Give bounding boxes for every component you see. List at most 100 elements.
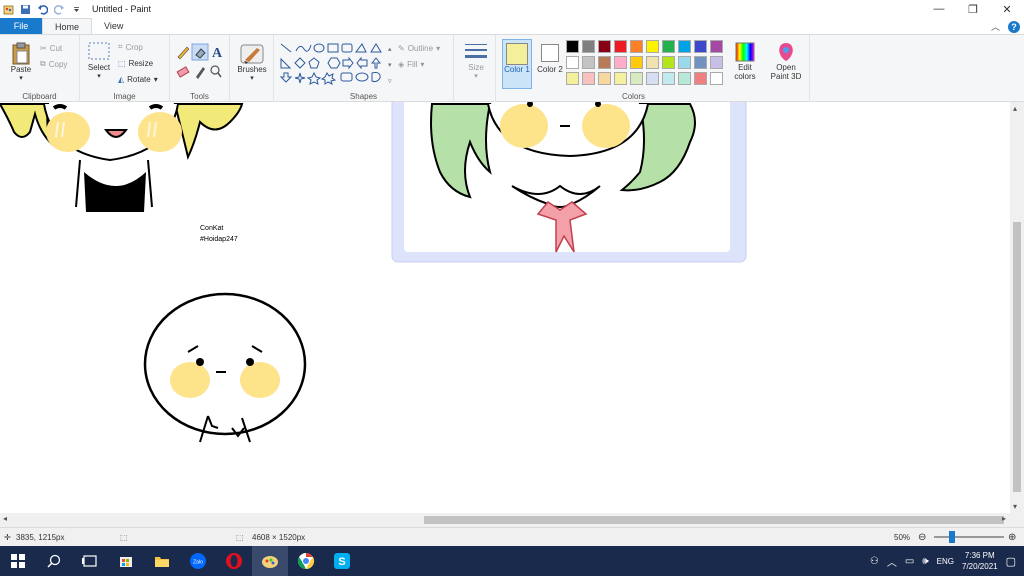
volume-icon[interactable]: 🕪	[922, 556, 928, 567]
paste-button[interactable]: Paste ▾	[6, 41, 36, 82]
color-swatch[interactable]	[598, 72, 611, 85]
horizontal-scrollbar[interactable]: ◂ ▸	[0, 513, 1024, 527]
tab-file[interactable]: File	[0, 18, 42, 34]
resize-button[interactable]: ⬚ Resize	[118, 56, 153, 70]
color-swatch[interactable]	[678, 56, 691, 69]
open-paint3d-button[interactable]: Open Paint 3D	[766, 41, 806, 81]
color-swatch[interactable]	[646, 72, 659, 85]
customize-toolbar-icon[interactable]	[71, 4, 82, 15]
magnifier-icon[interactable]	[210, 65, 222, 78]
horizontal-scroll-thumb[interactable]	[424, 516, 1004, 524]
task-view-button[interactable]	[72, 546, 108, 576]
size-button[interactable]: Size ▾	[460, 41, 492, 80]
text-icon[interactable]: A	[212, 46, 223, 61]
color-swatch[interactable]	[646, 40, 659, 53]
color-swatch[interactable]	[630, 72, 643, 85]
redo-icon[interactable]	[53, 4, 65, 15]
cut-button[interactable]: ✂ Cut	[40, 41, 62, 55]
restore-button[interactable]: ❐	[956, 0, 990, 18]
collapse-ribbon-icon[interactable]: ︿	[991, 20, 1000, 33]
color1-button[interactable]: Color 1	[502, 39, 532, 89]
tools-group: A Tools	[170, 35, 230, 102]
color-picker-icon[interactable]	[196, 67, 205, 79]
save-icon[interactable]	[20, 4, 31, 15]
color-swatch[interactable]	[598, 56, 611, 69]
vertical-scroll-thumb[interactable]	[1013, 222, 1021, 492]
color-swatch[interactable]	[678, 40, 691, 53]
color-swatch[interactable]	[662, 40, 675, 53]
color-swatch[interactable]	[582, 56, 595, 69]
taskbar-app-store[interactable]	[108, 546, 144, 576]
color-swatch[interactable]	[614, 72, 627, 85]
crop-button[interactable]: ⌗ Crop	[118, 40, 143, 54]
scroll-up-icon[interactable]: ▴	[1013, 104, 1017, 113]
title-bar: Untitled - Paint — ❐ ✕	[0, 0, 1024, 18]
color-swatch[interactable]	[646, 56, 659, 69]
zoom-in-button[interactable]: ⊕	[1008, 532, 1016, 543]
color-swatch[interactable]	[710, 72, 723, 85]
color-swatch[interactable]	[710, 56, 723, 69]
people-icon[interactable]: ⚇	[870, 556, 879, 567]
shapes-gallery[interactable]: ▴ ▾ ▿	[278, 41, 398, 91]
color-swatch[interactable]	[566, 40, 579, 53]
color-swatch[interactable]	[566, 56, 579, 69]
notifications-icon[interactable]: ▢	[1006, 555, 1016, 568]
color2-swatch	[541, 44, 559, 62]
rotate-button[interactable]: ◭ Rotate ▾	[118, 72, 158, 86]
help-icon[interactable]: ?	[1008, 20, 1020, 33]
minimize-button[interactable]: —	[922, 0, 956, 18]
color-swatch[interactable]	[678, 72, 691, 85]
scroll-left-icon[interactable]: ◂	[3, 514, 7, 523]
color-swatch[interactable]	[582, 40, 595, 53]
drawing-canvas[interactable]: ConKat #Hoidap247	[0, 102, 1010, 513]
start-button[interactable]	[0, 546, 36, 576]
taskbar-chrome[interactable]	[288, 546, 324, 576]
edit-colors-button[interactable]: Edit colors	[730, 41, 760, 81]
taskbar-zalo[interactable]: Zalo	[180, 546, 216, 576]
taskbar-skype[interactable]: S	[324, 546, 360, 576]
fill-icon[interactable]	[191, 43, 209, 61]
color-swatch[interactable]	[582, 72, 595, 85]
zoom-slider-track[interactable]	[934, 536, 1004, 538]
color-swatch[interactable]	[630, 40, 643, 53]
taskbar-file-explorer[interactable]	[144, 546, 180, 576]
paint-app-icon	[3, 4, 14, 15]
search-button[interactable]	[36, 546, 72, 576]
clock[interactable]: 7:36 PM 7/20/2021	[962, 550, 998, 572]
color2-button[interactable]: Color 2	[536, 39, 564, 89]
color-swatch[interactable]	[710, 40, 723, 53]
taskbar-paint[interactable]	[252, 546, 288, 576]
color-swatch[interactable]	[614, 56, 627, 69]
show-hidden-icons[interactable]: ︿	[887, 554, 897, 569]
close-button[interactable]: ✕	[990, 0, 1024, 18]
color-swatch[interactable]	[694, 40, 707, 53]
tab-home[interactable]: Home	[42, 18, 93, 34]
zoom-slider-thumb[interactable]	[949, 531, 955, 543]
color-swatch[interactable]	[694, 72, 707, 85]
scroll-down-icon[interactable]: ▾	[1013, 502, 1017, 511]
input-language[interactable]: ENG	[937, 557, 954, 566]
outline-button[interactable]: ✎ Outline ▾	[398, 41, 440, 55]
pencil-icon[interactable]	[176, 45, 190, 60]
blonde-character-drawing	[0, 103, 244, 212]
taskbar-opera[interactable]	[216, 546, 252, 576]
brushes-button[interactable]: Brushes ▾	[234, 41, 270, 82]
color-swatch[interactable]	[662, 56, 675, 69]
tab-view[interactable]: View	[92, 18, 135, 34]
fill-button[interactable]: ◈ Fill ▾	[398, 57, 424, 71]
color-swatch[interactable]	[694, 56, 707, 69]
select-button[interactable]: Select ▾	[84, 41, 114, 80]
scroll-right-icon[interactable]: ▸	[1002, 514, 1006, 523]
zoom-out-button[interactable]: ⊖	[918, 532, 926, 543]
color-swatch[interactable]	[598, 40, 611, 53]
rotate-icon: ◭	[118, 74, 125, 84]
battery-icon[interactable]: ▭	[905, 556, 914, 567]
copy-button[interactable]: ⧉ Copy	[40, 57, 67, 71]
color-swatch[interactable]	[566, 72, 579, 85]
color-swatch[interactable]	[630, 56, 643, 69]
color-swatch[interactable]	[614, 40, 627, 53]
undo-icon[interactable]	[37, 4, 49, 15]
eraser-icon[interactable]	[176, 66, 190, 78]
vertical-scrollbar[interactable]: ▴ ▾	[1010, 102, 1024, 513]
color-swatch[interactable]	[662, 72, 675, 85]
